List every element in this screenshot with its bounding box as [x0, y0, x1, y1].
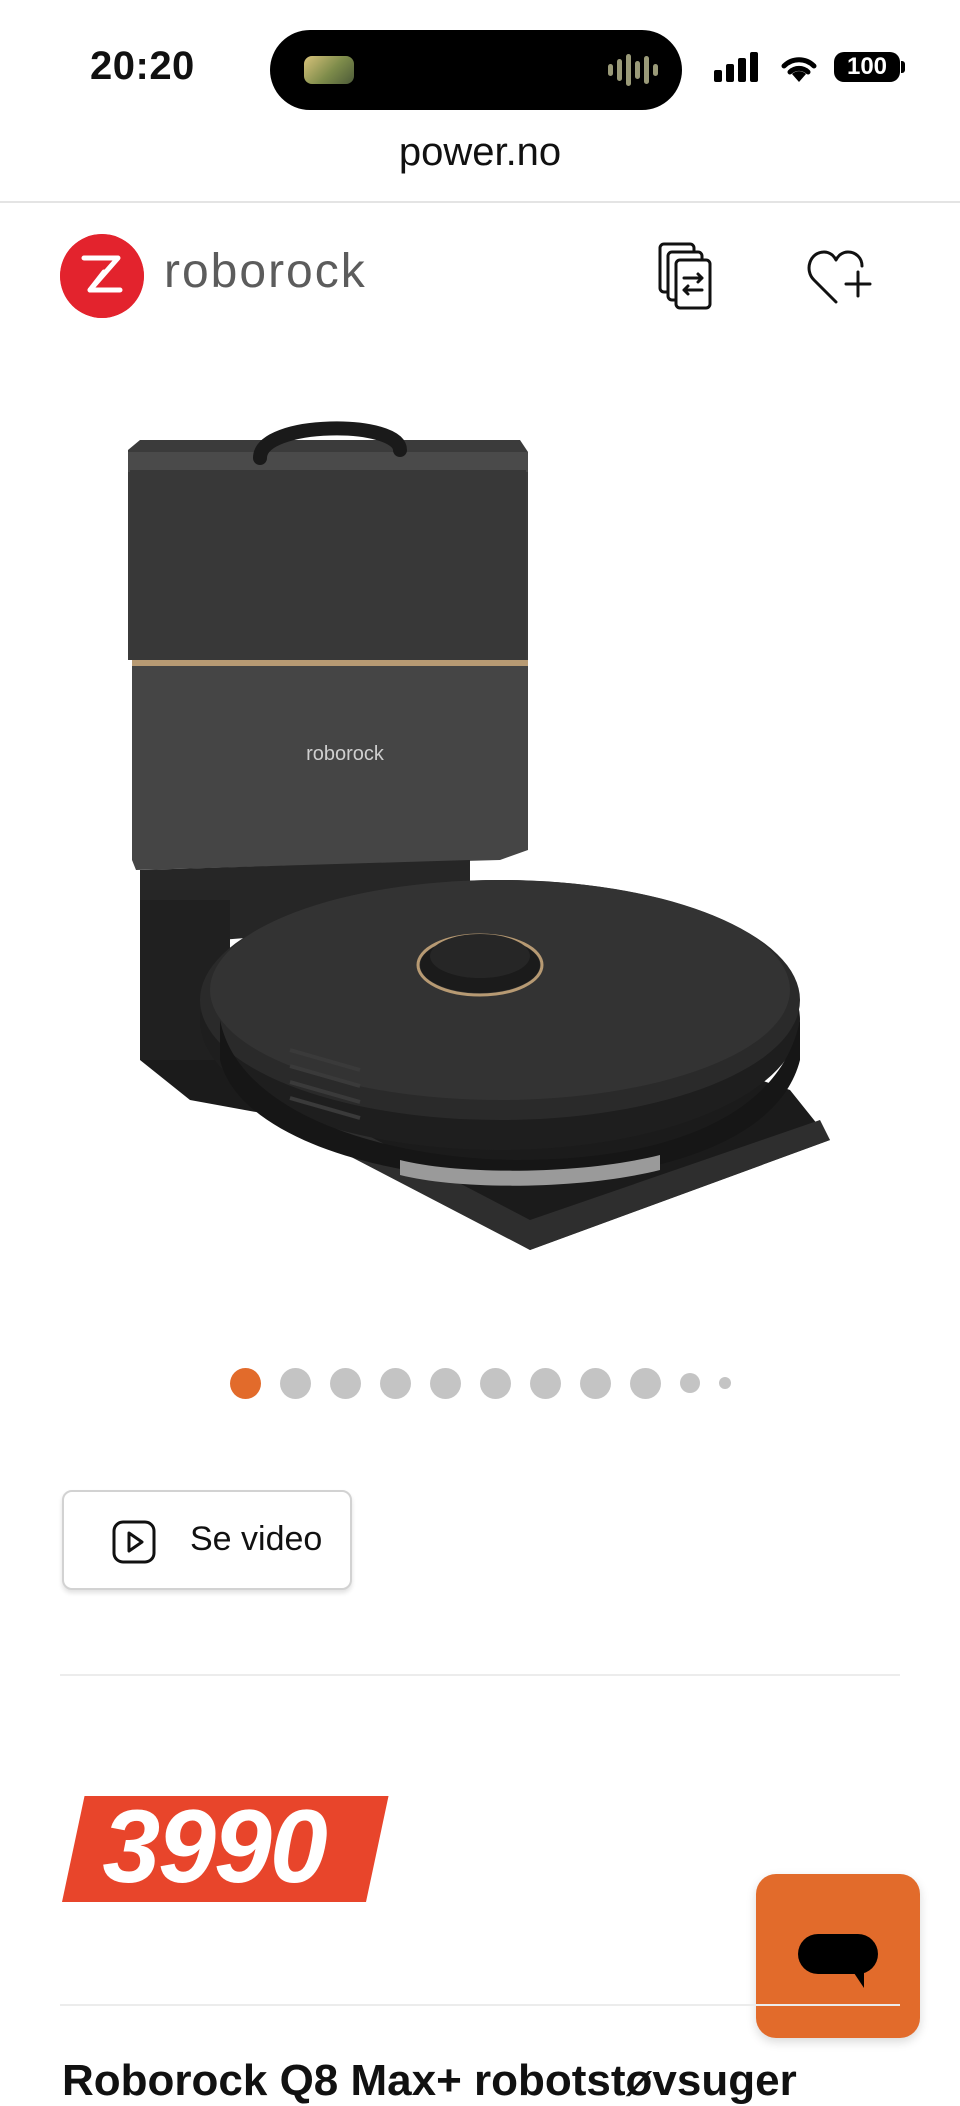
address-bar-divider	[0, 201, 960, 203]
chat-button[interactable]	[756, 1874, 920, 2038]
battery-nub	[901, 61, 905, 73]
carousel-dot[interactable]	[279, 1367, 311, 1399]
watch-video-label: Se video	[190, 1520, 323, 1558]
carousel-dot[interactable]	[579, 1367, 611, 1399]
carousel-dot[interactable]	[429, 1367, 461, 1399]
battery-icon: 100	[834, 52, 900, 82]
price-value: 3990	[102, 1789, 327, 1905]
carousel-dot-active[interactable]	[229, 1367, 261, 1399]
status-time: 20:20	[90, 44, 195, 88]
image-carousel-dots[interactable]	[0, 1366, 960, 1400]
section-divider	[60, 1674, 900, 1676]
now-playing-thumbnail	[304, 56, 354, 84]
carousel-dot[interactable]	[479, 1367, 511, 1399]
section-divider	[60, 2004, 900, 2006]
play-icon	[112, 1520, 156, 1564]
dynamic-island	[270, 30, 682, 110]
signal-icon	[714, 52, 758, 82]
watch-video-button[interactable]: Se video	[62, 1490, 352, 1590]
price-badge: 3990	[62, 1789, 389, 1905]
wifi-icon	[781, 57, 817, 82]
carousel-dot[interactable]	[629, 1367, 661, 1399]
carousel-dot[interactable]	[679, 1373, 700, 1393]
product-title: Roborock Q8 Max+ robotstøvsuger	[62, 2056, 797, 2105]
carousel-dot[interactable]	[718, 1377, 731, 1389]
carousel-dot[interactable]	[529, 1367, 561, 1399]
dock-logo-text: roborock	[306, 743, 385, 765]
chat-bubble-icon	[798, 1934, 878, 1988]
roborock-logo-icon[interactable]	[60, 234, 144, 318]
product-image[interactable]: roborock	[100, 400, 860, 1280]
compare-icon[interactable]	[650, 236, 730, 316]
audio-wave-icon	[608, 52, 658, 88]
brand-name[interactable]: roborock	[164, 244, 367, 299]
heart-plus-icon[interactable]	[800, 236, 880, 316]
carousel-dot[interactable]	[379, 1367, 411, 1399]
carousel-dot[interactable]	[329, 1367, 361, 1399]
address-bar[interactable]: power.no	[0, 130, 960, 175]
